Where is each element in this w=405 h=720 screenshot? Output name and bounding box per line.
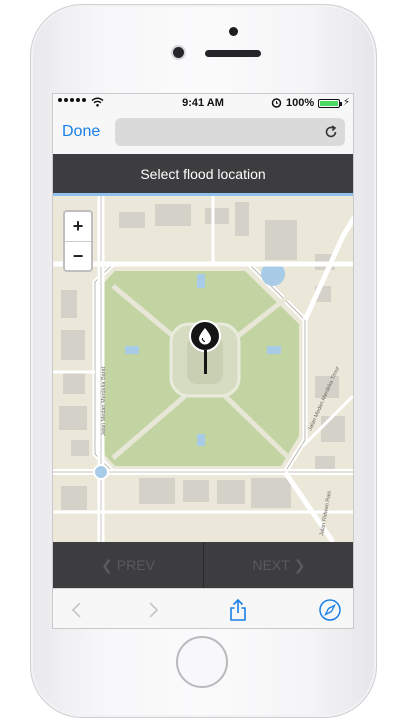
done-button[interactable]: Done xyxy=(62,123,100,141)
compass-icon[interactable] xyxy=(315,595,345,625)
prev-label: PREV xyxy=(116,557,155,573)
step-navigation: ❮ PREV NEXT ❯ xyxy=(53,542,353,588)
street-label-barat: Jalan Medan Merdeka Barat xyxy=(101,366,107,436)
screen: 9:41 AM 100% ⚡ Done Select flood locatio… xyxy=(52,93,354,629)
battery-icon xyxy=(318,99,342,108)
browser-navbar: Done xyxy=(53,112,353,152)
charging-icon: ⚡ xyxy=(343,97,351,108)
home-button[interactable] xyxy=(176,636,228,688)
prev-button[interactable]: ❮ PREV xyxy=(53,542,204,588)
sensor-dot xyxy=(229,27,238,36)
back-icon[interactable] xyxy=(61,595,91,625)
chevron-right-icon: ❯ xyxy=(293,556,306,573)
browser-toolbar xyxy=(53,588,353,628)
zoom-out-button[interactable]: − xyxy=(65,242,91,271)
battery-percent: 100% xyxy=(286,97,315,109)
zoom-control: + − xyxy=(63,210,93,272)
url-bar[interactable] xyxy=(115,118,345,146)
zoom-in-button[interactable]: + xyxy=(65,212,91,242)
next-button[interactable]: NEXT ❯ xyxy=(204,542,353,588)
front-camera xyxy=(173,47,184,58)
alarm-icon xyxy=(271,98,282,108)
forward-icon[interactable] xyxy=(139,595,169,625)
page-title: Select flood location xyxy=(53,154,353,193)
water-drop-icon xyxy=(199,328,211,345)
location-pin[interactable] xyxy=(189,320,221,352)
map-tiles: Jalan Medan Merdeka Barat Jalan Medan Me… xyxy=(53,196,353,542)
earpiece-speaker xyxy=(205,50,261,57)
reload-icon[interactable] xyxy=(323,124,339,140)
status-bar: 9:41 AM 100% ⚡ xyxy=(53,94,353,112)
map-view[interactable]: Jalan Medan Merdeka Barat Jalan Medan Me… xyxy=(53,196,353,542)
chevron-left-icon: ❮ xyxy=(101,556,113,573)
share-icon[interactable] xyxy=(223,595,253,625)
next-label: NEXT xyxy=(252,557,290,573)
pin-stem xyxy=(204,350,207,374)
